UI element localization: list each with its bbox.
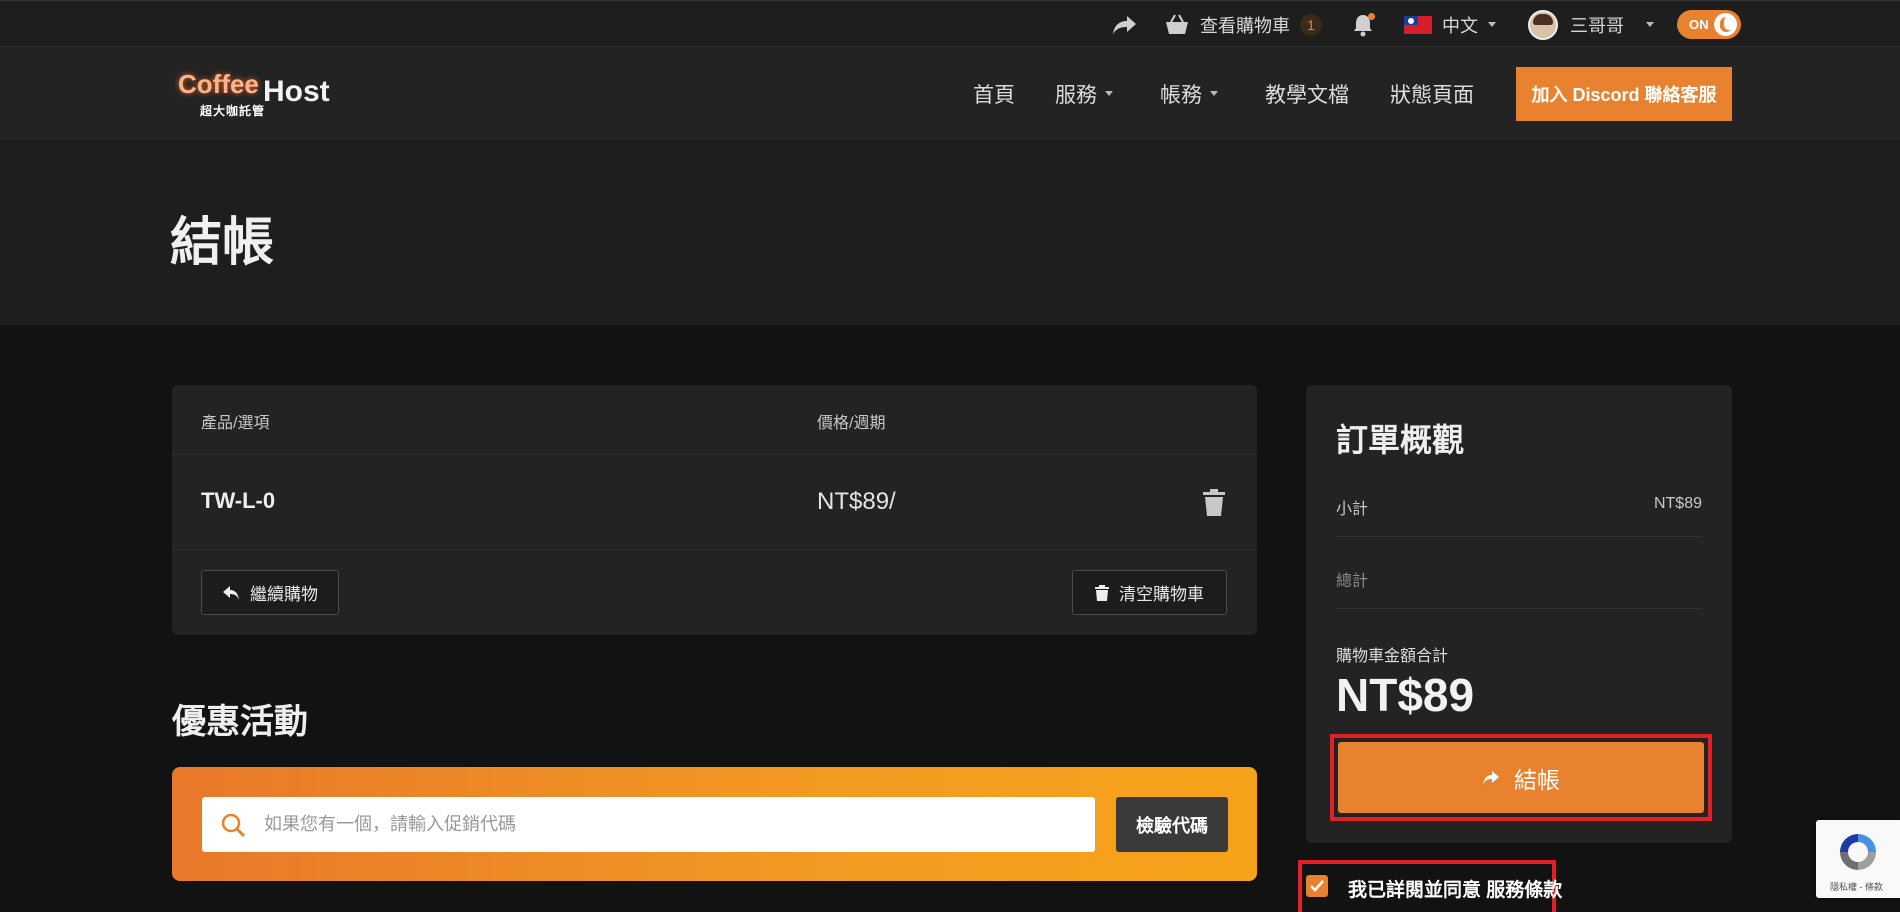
cart-table: 產品/選項 價格/週期 TW-L-0 NT$89/ 繼續購物 清空購物車 — [172, 385, 1257, 635]
nav-docs-label: 教學文檔 — [1265, 83, 1349, 107]
terms-checkbox[interactable] — [1306, 875, 1328, 897]
product-price: NT$89/ — [817, 488, 896, 515]
empty-cart-button[interactable]: 清空購物車 — [1072, 570, 1227, 615]
moon-icon — [1714, 13, 1737, 36]
promo-box: 檢驗代碼 — [172, 767, 1257, 881]
reply-icon — [223, 585, 239, 600]
user-menu[interactable]: 三哥哥 — [1528, 1, 1624, 48]
user-menu-caret[interactable] — [1646, 1, 1654, 48]
cart-total-amount: NT$89 — [1336, 669, 1475, 721]
notifications-button[interactable] — [1352, 1, 1375, 48]
cart-table-header: 產品/選項 價格/週期 — [172, 385, 1257, 455]
basket-icon — [1166, 14, 1188, 34]
join-discord-button[interactable]: 加入 Discord 聯絡客服 — [1516, 67, 1732, 121]
avatar — [1528, 9, 1558, 40]
cart-count-badge: 1 — [1300, 13, 1322, 36]
page-title-band: 結帳 — [0, 140, 1900, 325]
chevron-down-icon — [1210, 91, 1218, 96]
logo-tagline: 超大咖託管 — [200, 104, 266, 118]
notification-dot — [1368, 13, 1375, 20]
nav-account[interactable]: 帳務 — [1160, 47, 1218, 140]
nav-account-label: 帳務 — [1160, 83, 1202, 107]
main-header: Coffee Host 超大咖託管 首頁 服務 帳務 教學文檔 狀態頁面 加入 … — [0, 47, 1900, 140]
recaptcha-icon — [1840, 834, 1876, 870]
table-row: TW-L-0 NT$89/ — [172, 455, 1257, 550]
nav-status-label: 狀態頁面 — [1390, 83, 1474, 107]
continue-shopping-button[interactable]: 繼續購物 — [201, 570, 339, 615]
share-icon[interactable] — [1112, 1, 1138, 48]
column-product: 產品/選項 — [201, 415, 270, 432]
nav-docs[interactable]: 教學文檔 — [1265, 47, 1349, 140]
nav-services-label: 服務 — [1055, 83, 1097, 107]
view-cart-link[interactable]: 查看購物車 1 — [1164, 1, 1322, 48]
promo-title: 優惠活動 — [172, 703, 308, 741]
total-label: 總計 — [1336, 573, 1369, 590]
logo-brand: Coffee — [178, 69, 259, 99]
view-cart-label: 查看購物車 — [1200, 15, 1290, 36]
checkout-label: 結帳 — [1514, 766, 1560, 793]
checkmark-icon — [1310, 880, 1324, 892]
cart-total-label: 購物車金額合計 — [1336, 648, 1449, 665]
language-selector[interactable]: 中文 — [1404, 1, 1496, 48]
promo-input-wrapper — [202, 797, 1095, 852]
checkout-button[interactable]: 結帳 — [1338, 742, 1704, 813]
promo-code-input[interactable] — [264, 797, 1084, 852]
product-name: TW-L-0 — [201, 488, 276, 513]
total-row: 總計 — [1336, 537, 1702, 609]
empty-cart-label: 清空購物車 — [1119, 585, 1204, 604]
nav-services[interactable]: 服務 — [1055, 47, 1113, 140]
recaptcha-text: 隱私權 - 條款 — [1830, 882, 1883, 892]
share-icon — [1483, 770, 1499, 785]
column-price: 價格/週期 — [817, 415, 886, 432]
taiwan-flag-icon — [1404, 15, 1432, 34]
checkout-highlight: 結帳 — [1330, 734, 1712, 821]
order-summary: 訂單概觀 小計 NT$89 總計 購物車金額合計 NT$89 結帳 — [1306, 385, 1732, 843]
trash-icon[interactable] — [1202, 489, 1226, 517]
top-utility-bar: 查看購物車 1 中文 三哥哥 ON — [0, 0, 1900, 47]
subtotal-value: NT$89 — [1653, 495, 1702, 512]
theme-toggle[interactable]: ON — [1677, 1, 1741, 48]
nav-home-label: 首頁 — [973, 83, 1015, 107]
recaptcha-badge[interactable]: 隱私權 - 條款 — [1816, 820, 1900, 898]
summary-title: 訂單概觀 — [1336, 422, 1465, 458]
subtotal-label: 小計 — [1336, 501, 1369, 518]
chevron-down-icon — [1646, 22, 1654, 27]
trash-icon — [1095, 584, 1109, 601]
cart-actions: 繼續購物 清空購物車 — [172, 550, 1257, 635]
search-icon — [221, 813, 246, 838]
site-logo[interactable]: Coffee Host 超大咖託管 — [178, 69, 338, 119]
terms-label[interactable]: 我已詳閱並同意 服務條款 — [1348, 875, 1562, 902]
nav-status[interactable]: 狀態頁面 — [1390, 47, 1474, 140]
nav-home[interactable]: 首頁 — [973, 47, 1015, 140]
logo-host: Host — [263, 75, 330, 108]
validate-code-button[interactable]: 檢驗代碼 — [1116, 797, 1228, 852]
username-label: 三哥哥 — [1570, 15, 1624, 36]
chevron-down-icon — [1488, 22, 1496, 27]
chevron-down-icon — [1105, 91, 1113, 96]
page-title: 結帳 — [170, 214, 275, 272]
theme-toggle-label: ON — [1689, 17, 1709, 32]
continue-shopping-label: 繼續購物 — [250, 585, 318, 604]
subtotal-row: 小計 NT$89 — [1336, 465, 1702, 537]
language-label: 中文 — [1442, 15, 1478, 36]
